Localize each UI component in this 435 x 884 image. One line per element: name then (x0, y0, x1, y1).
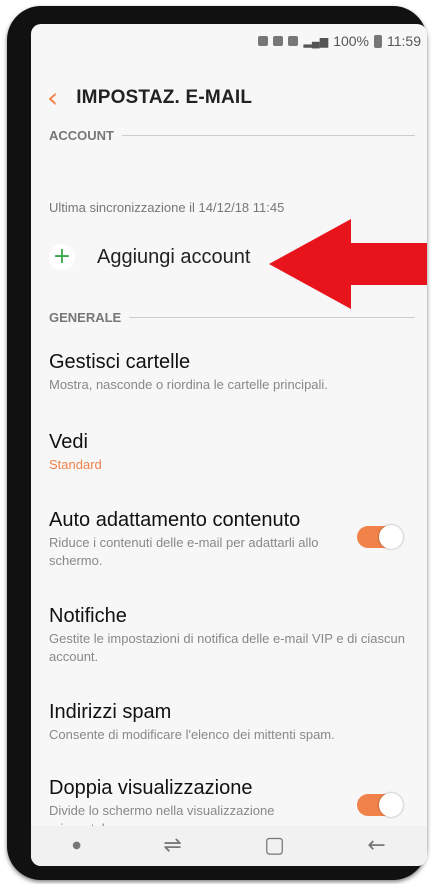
battery-icon (374, 34, 382, 48)
setting-title: Indirizzi spam (49, 701, 172, 723)
setting-notifications[interactable]: Notifiche Gestite le impostazioni di not… (49, 604, 407, 666)
setting-subtitle: Divide lo schermo nella visualizzazione … (49, 803, 275, 826)
status-bar: ▂▄▆ 100% 11:59 (258, 30, 421, 52)
auto-fit-toggle[interactable] (357, 525, 403, 549)
alarm-icon (288, 36, 299, 46)
clock: 11:59 (387, 33, 421, 49)
divider (129, 317, 415, 318)
setting-title: Auto adattamento contenuto (49, 509, 301, 531)
setting-split-view[interactable]: Doppia visualizzazione Divide lo schermo… (49, 776, 337, 826)
setting-title: Doppia visualizzazione (49, 777, 253, 799)
last-sync-text: Ultima sincronizzazione il 14/12/18 11:4… (49, 200, 285, 215)
recent-apps-icon[interactable]: ⇌ (163, 835, 181, 857)
notification-icon (258, 36, 269, 46)
toggle-knob (379, 525, 403, 549)
toggle-knob (379, 793, 403, 817)
red-arrow-annotation (269, 219, 427, 309)
split-view-toggle[interactable] (357, 793, 403, 817)
dot-icon: ● (72, 840, 81, 851)
divider (122, 135, 415, 136)
setting-title: Notifiche (49, 605, 127, 627)
section-general: GENERALE (49, 310, 415, 325)
setting-view[interactable]: Vedi Standard (49, 430, 407, 474)
add-account-label: Aggiungi account (97, 245, 251, 268)
page-title: IMPOSTAZ. E-MAIL (76, 87, 253, 108)
battery-percent: 100% (333, 33, 369, 49)
plus-icon: + (49, 244, 75, 270)
setting-subtitle: Gestite le impostazioni di notifica dell… (49, 631, 405, 664)
setting-value: Standard (49, 457, 102, 472)
header: ‹ IMPOSTAZ. E-MAIL (31, 68, 427, 128)
setting-spam-addresses[interactable]: Indirizzi spam Consente di modificare l'… (49, 700, 407, 744)
setting-title: Gestisci cartelle (49, 351, 191, 373)
section-account: ACCOUNT (49, 128, 415, 143)
setting-title: Vedi (49, 431, 88, 453)
mute-icon (273, 36, 284, 46)
back-icon[interactable]: ← (367, 835, 385, 857)
screen: ▂▄▆ 100% 11:59 ‹ IMPOSTAZ. E-MAIL ACCOUN… (31, 24, 427, 866)
section-account-label: ACCOUNT (49, 128, 114, 143)
section-general-label: GENERALE (49, 310, 122, 325)
signal-icon: ▂▄▆ (303, 35, 329, 48)
add-account-button[interactable]: + Aggiungi account (49, 244, 250, 270)
phone-frame: ▂▄▆ 100% 11:59 ‹ IMPOSTAZ. E-MAIL ACCOUN… (7, 6, 427, 880)
back-arrow-icon[interactable]: ‹ (47, 84, 58, 112)
setting-subtitle: Mostra, nasconde o riordina le cartelle … (49, 377, 328, 392)
setting-manage-folders[interactable]: Gestisci cartelle Mostra, nasconde o rio… (49, 350, 407, 394)
navigation-bar: ● ⇌ ▢ ← (31, 826, 427, 866)
setting-auto-fit[interactable]: Auto adattamento contenuto Riduce i cont… (49, 508, 337, 570)
home-icon[interactable]: ▢ (264, 835, 285, 857)
setting-subtitle: Consente di modificare l'elenco dei mitt… (49, 727, 335, 742)
setting-subtitle: Riduce i contenuti delle e-mail per adat… (49, 535, 319, 568)
